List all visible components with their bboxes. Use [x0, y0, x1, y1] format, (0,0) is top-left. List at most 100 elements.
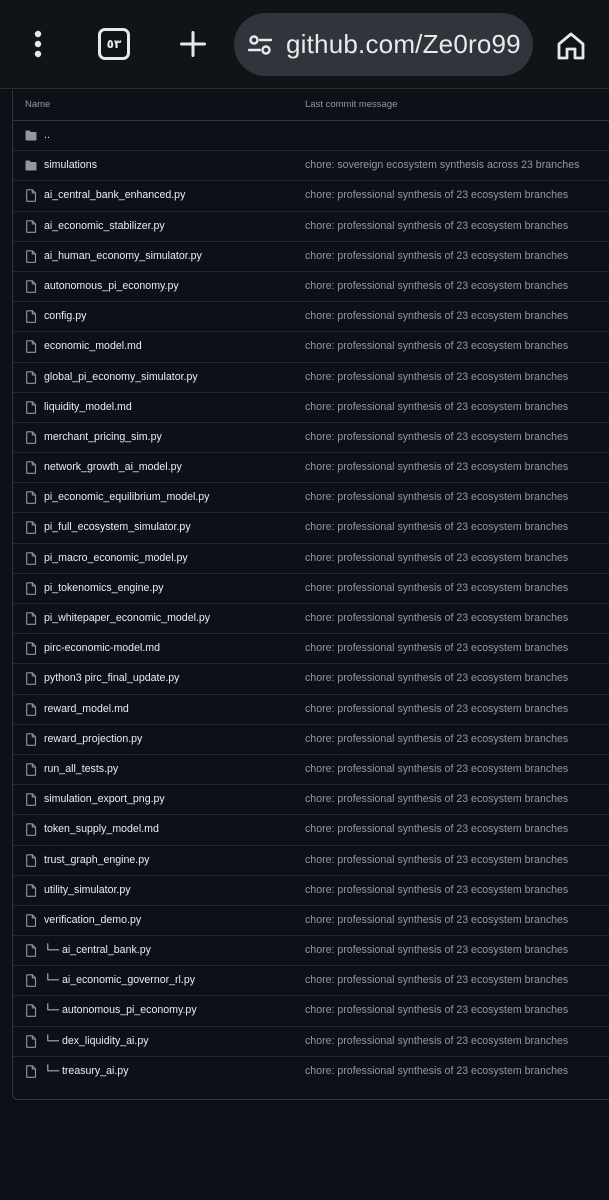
file-row[interactable]: └─ ai_economic_governor_rl.py chore: prof…: [13, 966, 609, 997]
commit-message-link[interactable]: chore: professional synthesis of 23 ecos…: [305, 1004, 568, 1016]
file-name-link[interactable]: trust_graph_engine.py: [44, 854, 149, 866]
file-name-link[interactable]: └─ treasury_ai.py: [44, 1065, 129, 1077]
file-name-link[interactable]: ai_human_economy_simulator.py: [44, 250, 202, 262]
file-name-link[interactable]: utility_simulator.py: [44, 884, 131, 896]
file-name-link[interactable]: pirc-economic-model.md: [44, 642, 160, 654]
file-name-link[interactable]: simulation_export_png.py: [44, 793, 165, 805]
commit-message-link[interactable]: chore: professional synthesis of 23 ecos…: [305, 854, 568, 866]
file-row[interactable]: economic_model.md chore: professional syn…: [13, 332, 609, 363]
file-name-link[interactable]: reward_projection.py: [44, 733, 142, 745]
commit-message-link[interactable]: chore: professional synthesis of 23 ecos…: [305, 371, 568, 383]
file-name-link[interactable]: pi_full_ecosystem_simulator.py: [44, 521, 191, 533]
commit-message-link[interactable]: chore: professional synthesis of 23 ecos…: [305, 763, 568, 775]
commit-message-link[interactable]: chore: professional synthesis of 23 ecos…: [305, 914, 568, 926]
commit-message-link[interactable]: chore: professional synthesis of 23 ecos…: [305, 310, 568, 322]
new-tab-button[interactable]: [173, 24, 213, 64]
file-name-link[interactable]: pi_macro_economic_model.py: [44, 552, 188, 564]
commit-message-link[interactable]: chore: professional synthesis of 23 ecos…: [305, 582, 568, 594]
file-row[interactable]: └─ autonomous_pi_economy.py chore: profes…: [13, 996, 609, 1027]
file-row[interactable]: liquidity_model.md chore: professional sy…: [13, 393, 609, 423]
file-name-link[interactable]: reward_model.md: [44, 703, 129, 715]
commit-message-link[interactable]: chore: professional synthesis of 23 ecos…: [305, 612, 568, 624]
file-row[interactable]: ai_economic_stabilizer.py chore: professi…: [13, 212, 609, 242]
commit-message-link[interactable]: chore: professional synthesis of 23 ecos…: [305, 672, 568, 684]
file-name-link[interactable]: └─ ai_economic_governor_rl.py: [44, 974, 195, 986]
file-name-link[interactable]: autonomous_pi_economy.py: [44, 280, 179, 292]
file-name-link[interactable]: ai_central_bank_enhanced.py: [44, 189, 185, 201]
file-name-link[interactable]: pi_tokenomics_engine.py: [44, 582, 164, 594]
file-name-link[interactable]: config.py: [44, 310, 86, 322]
file-name-link[interactable]: verification_demo.py: [44, 914, 141, 926]
commit-message-link[interactable]: chore: professional synthesis of 23 ecos…: [305, 189, 568, 201]
file-name-link[interactable]: ai_economic_stabilizer.py: [44, 220, 165, 232]
file-name-link[interactable]: python3 pirc_final_update.py: [44, 672, 179, 684]
file-row[interactable]: pi_macro_economic_model.py chore: profess…: [13, 544, 609, 574]
file-row[interactable]: └─ treasury_ai.py chore: professional syn…: [13, 1057, 609, 1087]
commit-message-link[interactable]: chore: professional synthesis of 23 ecos…: [305, 552, 568, 564]
file-name-link[interactable]: pi_whitepaper_economic_model.py: [44, 612, 210, 624]
address-bar[interactable]: github.com/Ze0ro99: [234, 13, 533, 76]
commit-message-link[interactable]: chore: professional synthesis of 23 ecos…: [305, 793, 568, 805]
commit-message-link[interactable]: chore: professional synthesis of 23 ecos…: [305, 401, 568, 413]
directory-name-link[interactable]: ..: [44, 129, 50, 141]
file-row[interactable]: config.py chore: professional synthesis o…: [13, 302, 609, 333]
file-row[interactable]: run_all_tests.py chore: professional synt…: [13, 755, 609, 786]
url-text[interactable]: github.com/Ze0ro99: [286, 29, 521, 60]
file-row[interactable]: pi_full_ecosystem_simulator.py chore: pro…: [13, 513, 609, 544]
commit-message-link[interactable]: chore: professional synthesis of 23 ecos…: [305, 642, 568, 654]
file-row[interactable]: network_growth_ai_model.py chore: profess…: [13, 453, 609, 484]
file-name-link[interactable]: merchant_pricing_sim.py: [44, 431, 162, 443]
tune-icon[interactable]: [246, 31, 274, 59]
commit-message-link[interactable]: chore: professional synthesis of 23 ecos…: [305, 521, 568, 533]
file-row[interactable]: merchant_pricing_sim.py chore: profession…: [13, 423, 609, 454]
file-row[interactable]: ai_human_economy_simulator.py chore: prof…: [13, 242, 609, 272]
file-row[interactable]: reward_model.md chore: professional synth…: [13, 695, 609, 725]
commit-message-link[interactable]: chore: professional synthesis of 23 ecos…: [305, 220, 568, 232]
commit-message-link[interactable]: chore: professional synthesis of 23 ecos…: [305, 340, 568, 352]
commit-message-link[interactable]: chore: professional synthesis of 23 ecos…: [305, 1035, 568, 1047]
commit-message-link[interactable]: chore: professional synthesis of 23 ecos…: [305, 944, 568, 956]
file-row[interactable]: python3 pirc_final_update.py chore: profe…: [13, 664, 609, 695]
commit-message-link[interactable]: chore: professional synthesis of 23 ecos…: [305, 491, 568, 503]
commit-message-link[interactable]: chore: professional synthesis of 23 ecos…: [305, 974, 568, 986]
commit-message-link[interactable]: chore: sovereign ecosystem synthesis acr…: [305, 159, 579, 171]
file-row[interactable]: simulation_export_png.py chore: professio…: [13, 785, 609, 816]
file-name-link[interactable]: └─ autonomous_pi_economy.py: [44, 1004, 197, 1016]
directory-row[interactable]: simulations chore: sovereign ecosystem sy…: [13, 151, 609, 182]
file-name-link[interactable]: pi_economic_equilibrium_model.py: [44, 491, 209, 503]
file-name-link[interactable]: network_growth_ai_model.py: [44, 461, 182, 473]
commit-message-link[interactable]: chore: professional synthesis of 23 ecos…: [305, 280, 568, 292]
commit-message-link[interactable]: chore: professional synthesis of 23 ecos…: [305, 733, 568, 745]
commit-message-link[interactable]: chore: professional synthesis of 23 ecos…: [305, 703, 568, 715]
commit-message-link[interactable]: chore: professional synthesis of 23 ecos…: [305, 884, 568, 896]
column-header-name[interactable]: Name: [25, 99, 50, 110]
file-row[interactable]: └─ ai_central_bank.py chore: professional…: [13, 936, 609, 967]
browser-menu-button[interactable]: [18, 24, 58, 64]
directory-name-link[interactable]: simulations: [44, 159, 97, 171]
home-button[interactable]: [549, 24, 593, 68]
tab-switcher-button[interactable]: ٥٣: [94, 24, 134, 64]
file-row[interactable]: pi_whitepaper_economic_model.py chore: pr…: [13, 604, 609, 635]
file-row[interactable]: ai_central_bank_enhanced.py chore: profes…: [13, 181, 609, 212]
file-name-link[interactable]: global_pi_economy_simulator.py: [44, 371, 198, 383]
file-name-link[interactable]: └─ ai_central_bank.py: [44, 944, 151, 956]
commit-message-link[interactable]: chore: professional synthesis of 23 ecos…: [305, 461, 568, 473]
file-row[interactable]: pirc-economic-model.md chore: professiona…: [13, 634, 609, 665]
commit-message-link[interactable]: chore: professional synthesis of 23 ecos…: [305, 1065, 568, 1077]
file-name-link[interactable]: token_supply_model.md: [44, 823, 159, 835]
file-row[interactable]: utility_simulator.py chore: professional …: [13, 876, 609, 906]
file-row[interactable]: token_supply_model.md chore: professional…: [13, 815, 609, 846]
file-row[interactable]: global_pi_economy_simulator.py chore: pro…: [13, 363, 609, 393]
commit-message-link[interactable]: chore: professional synthesis of 23 ecos…: [305, 823, 568, 835]
file-row[interactable]: reward_projection.py chore: professional …: [13, 725, 609, 755]
file-name-link[interactable]: └─ dex_liquidity_ai.py: [44, 1035, 149, 1047]
file-name-link[interactable]: economic_model.md: [44, 340, 142, 352]
file-row[interactable]: pi_economic_equilibrium_model.py chore: p…: [13, 483, 609, 514]
file-row[interactable]: pi_tokenomics_engine.py chore: profession…: [13, 574, 609, 604]
file-name-link[interactable]: run_all_tests.py: [44, 763, 118, 775]
file-row[interactable]: verification_demo.py chore: professional …: [13, 906, 609, 937]
commit-message-link[interactable]: chore: professional synthesis of 23 ecos…: [305, 431, 568, 443]
file-row[interactable]: trust_graph_engine.py chore: professional…: [13, 846, 609, 876]
file-row[interactable]: autonomous_pi_economy.py chore: professio…: [13, 272, 609, 303]
commit-message-link[interactable]: chore: professional synthesis of 23 ecos…: [305, 250, 568, 262]
